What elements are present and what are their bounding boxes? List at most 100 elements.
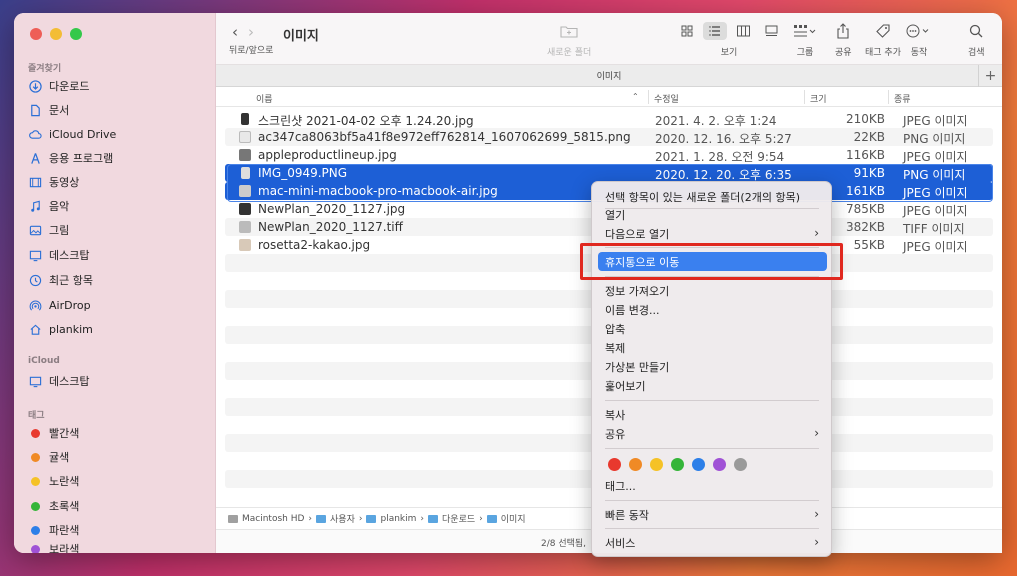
sidebar-tag-red[interactable]: 빨간색 (28, 422, 208, 444)
sidebar-item-music[interactable]: 음악 (28, 195, 208, 217)
path-label: plankim (380, 513, 417, 524)
menu-quick-actions[interactable]: 빠른 동작 › (598, 505, 827, 524)
sidebar-item-icloud-desktop[interactable]: 데스크탑 (28, 370, 208, 392)
sidebar-item-applications[interactable]: 응용 프로그램 (28, 147, 208, 169)
red-tag-dot[interactable] (608, 458, 621, 471)
folder-icon (366, 514, 377, 523)
sidebar-tag-purple[interactable]: 보라색 (28, 541, 208, 553)
file-row[interactable]: 스크린샷 2021-04-02 오후 1.24.20.jpg 2021. 4. … (225, 110, 993, 128)
column-name-header[interactable]: 이름 (256, 92, 273, 105)
sidebar-item-home[interactable]: plankim (28, 318, 208, 340)
menu-separator (605, 448, 819, 449)
airdrop-icon (28, 298, 42, 312)
menu-make-alias[interactable]: 가상본 만들기 (598, 357, 827, 376)
menu-new-folder-with-selection[interactable]: 선택 항목이 있는 새로운 폴더(2개의 항목) (598, 187, 827, 206)
menu-quick-look[interactable]: 훑어보기 (598, 376, 827, 395)
group-button[interactable]: 그룹 (793, 22, 817, 58)
file-kind: PNG 이미지 (903, 168, 966, 182)
tab-current[interactable]: 이미지 (597, 69, 622, 82)
sidebar-tag-orange[interactable]: 귤색 (28, 446, 208, 468)
back-arrow-icon[interactable]: ‹ (232, 23, 238, 41)
blue-tag-dot[interactable] (692, 458, 705, 471)
close-button[interactable] (30, 28, 42, 40)
gallery-view-icon[interactable] (759, 22, 783, 40)
path-segment[interactable]: plankim (366, 514, 416, 524)
menu-open[interactable]: 열기 (598, 205, 827, 224)
minimize-button[interactable] (50, 28, 62, 40)
new-tab-button[interactable]: + (978, 65, 1002, 87)
file-row-selected[interactable]: IMG_0949.PNG 2020. 12. 20. 오후 6:35 91KB … (225, 164, 993, 182)
sidebar-item-icloud-drive[interactable]: iCloud Drive (28, 123, 208, 145)
file-row[interactable]: ac347ca8063bf5a41f8e972eff762814_1607062… (225, 128, 993, 146)
file-name: rosetta2-kakao.jpg (258, 238, 371, 252)
sidebar-item-label: 데스크탑 (49, 249, 90, 262)
chevron-right-icon: › (814, 535, 819, 549)
menu-separator (605, 400, 819, 401)
sidebar-item-downloads[interactable]: 다운로드 (28, 75, 208, 97)
blue-tag-dot (31, 525, 40, 535)
file-kind: JPEG 이미지 (903, 150, 968, 164)
purple-tag-dot (31, 545, 40, 553)
sidebar-item-recents[interactable]: 최근 항목 (28, 269, 208, 291)
sidebar-tag-blue[interactable]: 파란색 (28, 519, 208, 541)
file-kind: JPEG 이미지 (903, 204, 968, 218)
file-date: 2021. 1. 28. 오전 9:54 (655, 150, 785, 164)
orange-tag-dot[interactable] (629, 458, 642, 471)
menu-label: 압축 (605, 322, 626, 336)
sidebar-item-documents[interactable]: 문서 (28, 99, 208, 121)
purple-tag-dot[interactable] (713, 458, 726, 471)
sidebar-tag-yellow[interactable]: 노란색 (28, 470, 208, 492)
sidebar-tag-green[interactable]: 초록색 (28, 495, 208, 517)
column-kind-header[interactable]: 종류 (894, 92, 911, 105)
file-name: NewPlan_2020_1127.tiff (258, 220, 403, 234)
action-label: 동작 (910, 48, 928, 58)
column-view-icon[interactable] (731, 22, 755, 40)
sidebar-item-label: 귤색 (49, 451, 70, 464)
sidebar-item-pictures[interactable]: 그림 (28, 219, 208, 241)
image-file-icon (239, 149, 251, 161)
file-size: 116KB (845, 148, 885, 162)
sidebar-item-label: 빨간색 (49, 427, 80, 440)
tab-bar: 이미지 + (216, 65, 1002, 87)
menu-get-info[interactable]: 정보 가져오기 (598, 281, 827, 300)
menu-label: 다음으로 열기 (605, 227, 670, 241)
list-view-icon[interactable] (703, 22, 727, 40)
nav-label: 뒤로/앞으로 (229, 46, 274, 56)
search-icon (969, 22, 983, 40)
menu-rename[interactable]: 이름 변경... (598, 300, 827, 319)
share-button[interactable]: 공유 (835, 22, 852, 58)
search-button[interactable]: 검색 (968, 22, 985, 58)
menu-label: 빠른 동작 (605, 508, 649, 522)
sidebar-item-label: 초록색 (49, 500, 80, 513)
menu-copy[interactable]: 복사 (598, 405, 827, 424)
yellow-tag-dot[interactable] (650, 458, 663, 471)
menu-share[interactable]: 공유 › (598, 424, 827, 443)
column-size-header[interactable]: 크기 (810, 92, 827, 105)
sidebar-item-airdrop[interactable]: AirDrop (28, 294, 208, 316)
file-size: 22KB (853, 130, 885, 144)
green-tag-dot[interactable] (671, 458, 684, 471)
column-date-header[interactable]: 수정일 (654, 92, 679, 105)
action-button[interactable]: 동작 (906, 22, 932, 58)
menu-open-with[interactable]: 다음으로 열기 › (598, 224, 827, 243)
menu-compress[interactable]: 압축 (598, 319, 827, 338)
tag-icon (875, 22, 891, 40)
zoom-button[interactable] (70, 28, 82, 40)
path-segment[interactable]: 사용자 (316, 512, 355, 525)
path-segment[interactable]: Macintosh HD (228, 514, 304, 524)
sidebar-item-movies[interactable]: 동영상 (28, 171, 208, 193)
gray-tag-dot[interactable] (734, 458, 747, 471)
file-row[interactable]: appleproductlineup.jpg 2021. 1. 28. 오전 9… (225, 146, 993, 164)
sidebar-item-desktop[interactable]: 데스크탑 (28, 244, 208, 266)
sidebar-item-label: 최근 항목 (49, 274, 93, 287)
menu-duplicate[interactable]: 복제 (598, 338, 827, 357)
path-segment[interactable]: 다운로드 (428, 512, 475, 525)
new-folder-button[interactable]: 새로운 폴더 (547, 22, 591, 58)
path-segment[interactable]: 이미지 (486, 512, 526, 525)
menu-tags[interactable]: 태그... (598, 476, 827, 495)
menu-services[interactable]: 서비스 › (598, 533, 827, 552)
add-tag-button[interactable]: 태그 추가 (865, 22, 901, 58)
file-name: 스크린샷 2021-04-02 오후 1.24.20.jpg (258, 114, 474, 128)
icon-view-icon[interactable] (675, 22, 699, 40)
forward-arrow-icon[interactable]: › (248, 23, 254, 41)
